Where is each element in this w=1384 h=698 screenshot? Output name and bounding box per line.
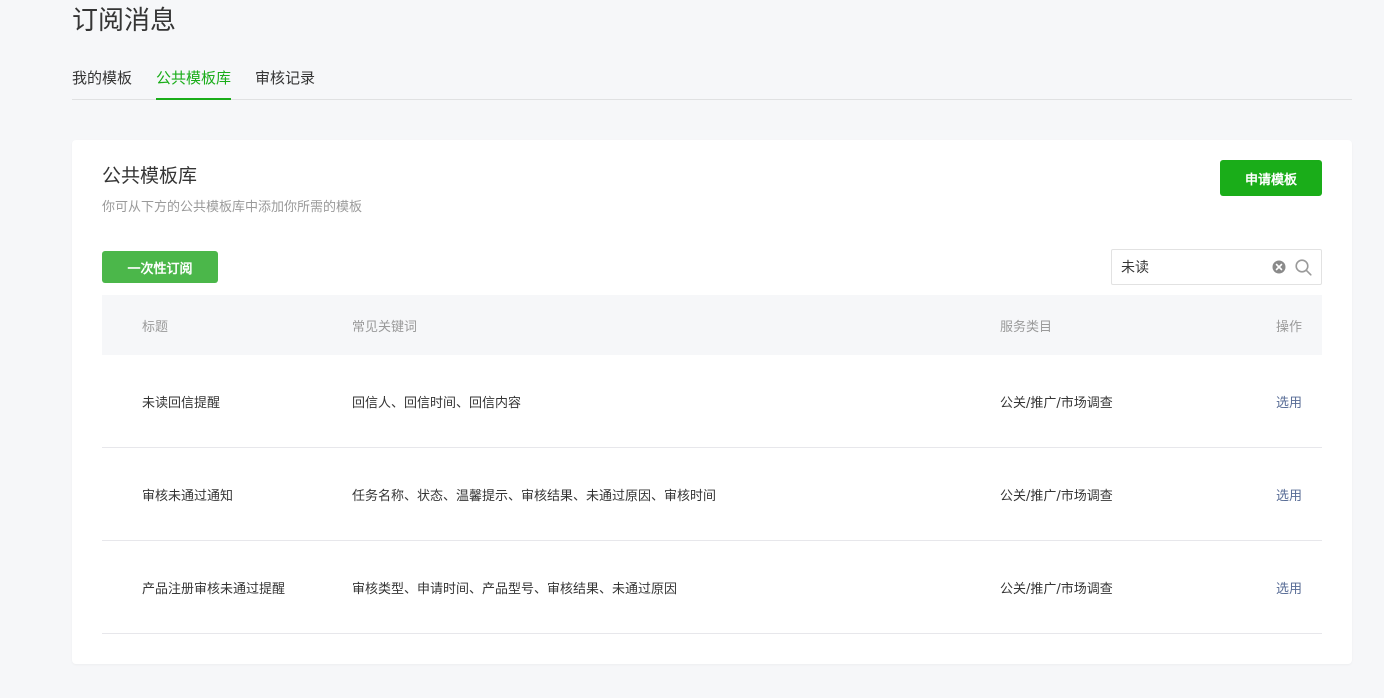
table-row: 未读回信提醒 回信人、回信时间、回信内容 公关/推广/市场调查 选用: [102, 355, 1322, 448]
row-title: 审核未通过通知: [142, 488, 234, 504]
page-title: 订阅消息: [72, 6, 177, 36]
row-keywords: 审核类型、申请时间、产品型号、审核结果、未通过原因: [352, 581, 678, 597]
row-keywords: 任务名称、状态、温馨提示、审核结果、未通过原因、审核时间: [352, 488, 717, 504]
tab-my-templates[interactable]: 我的模板: [72, 66, 132, 100]
row-category: 公关/推广/市场调查: [1000, 488, 1113, 504]
one-time-subscribe-button[interactable]: 一次性订阅: [102, 251, 218, 283]
header-title: 标题: [142, 319, 169, 335]
card-description: 你可从下方的公共模板库中添加你所需的模板: [102, 200, 363, 215]
public-library-card: 公共模板库 你可从下方的公共模板库中添加你所需的模板 申请模板 一次性订阅 标题…: [72, 140, 1352, 664]
tab-bar: 我的模板 公共模板库 审核记录: [72, 66, 1352, 100]
row-category: 公关/推广/市场调查: [1000, 581, 1113, 597]
search-box: [1111, 249, 1322, 285]
select-link[interactable]: 选用: [1276, 489, 1302, 504]
tab-review-records[interactable]: 审核记录: [255, 66, 315, 100]
row-keywords: 回信人、回信时间、回信内容: [352, 395, 522, 411]
header-category: 服务类目: [1000, 319, 1053, 335]
row-title: 未读回信提醒: [142, 395, 221, 411]
table-header: 标题 常见关键词 服务类目 操作: [102, 295, 1322, 355]
table-row: 审核未通过通知 任务名称、状态、温馨提示、审核结果、未通过原因、审核时间 公关/…: [102, 448, 1322, 541]
card-title: 公共模板库: [102, 165, 198, 187]
clear-icon[interactable]: [1272, 260, 1286, 274]
template-table: 标题 常见关键词 服务类目 操作 未读回信提醒 回信人、回信时间、回信内容 公关…: [102, 295, 1322, 634]
row-title: 产品注册审核未通过提醒: [142, 581, 286, 597]
select-link[interactable]: 选用: [1276, 396, 1302, 411]
header-action: 操作: [1275, 319, 1302, 335]
search-input[interactable]: [1121, 250, 1271, 284]
select-link[interactable]: 选用: [1276, 582, 1302, 597]
header-keywords: 常见关键词: [352, 319, 418, 335]
row-category: 公关/推广/市场调查: [1000, 395, 1113, 411]
search-icon[interactable]: [1295, 259, 1312, 276]
apply-template-button[interactable]: 申请模板: [1220, 160, 1322, 196]
tab-public-library[interactable]: 公共模板库: [156, 66, 232, 100]
table-row: 产品注册审核未通过提醒 审核类型、申请时间、产品型号、审核结果、未通过原因 公关…: [102, 541, 1322, 634]
